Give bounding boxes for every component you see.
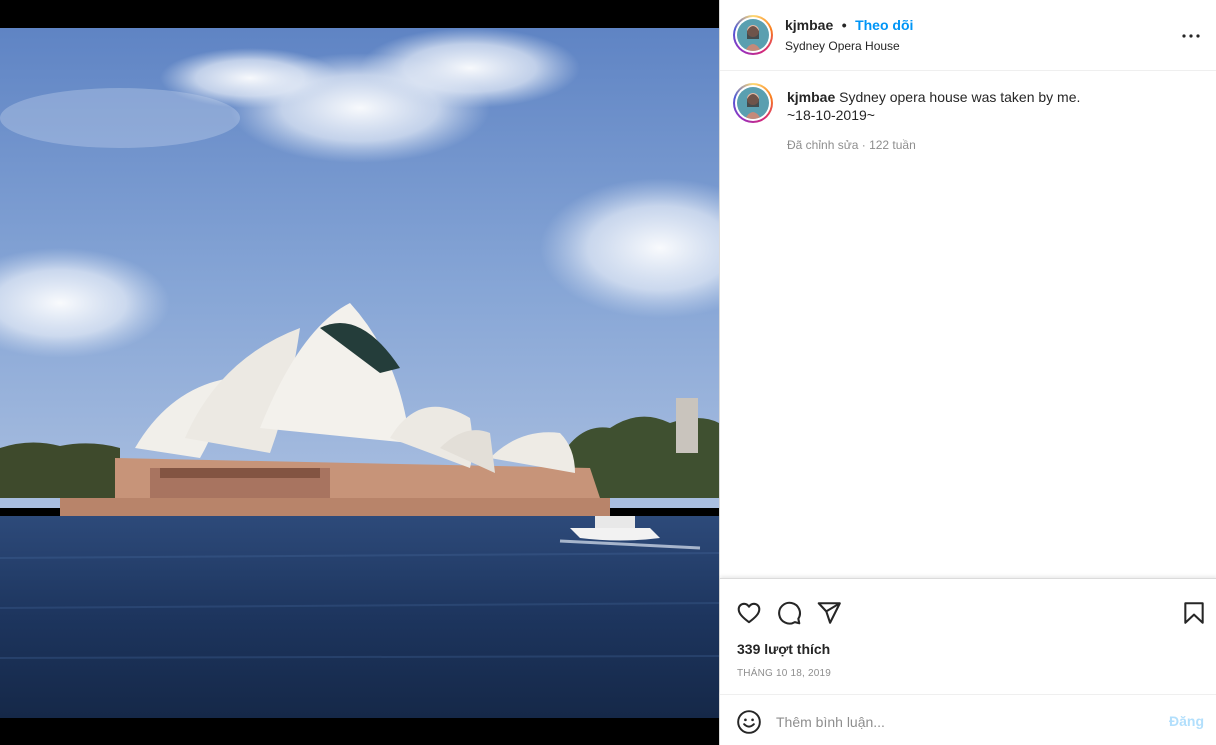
share-button[interactable] — [816, 600, 842, 626]
comments-area[interactable]: kjmbae Sydney opera house was taken by m… — [720, 71, 1216, 578]
comment-input[interactable] — [776, 707, 1146, 737]
caption: kjmbae Sydney opera house was taken by m… — [787, 88, 1187, 154]
likes-count[interactable]: 339 lượt thích — [737, 641, 830, 657]
emoji-button[interactable] — [736, 709, 762, 735]
heart-icon — [737, 602, 761, 624]
save-button[interactable] — [1181, 600, 1207, 626]
caption-text: Sydney opera house was taken by me. — [839, 89, 1081, 105]
more-horizontal-icon — [1182, 34, 1200, 38]
post-info-pane: kjmbae • Theo dõi Sydney Opera House kjm… — [719, 0, 1216, 745]
actions-area: 339 lượt thích THÁNG 10 18, 2019 — [720, 578, 1216, 694]
media-pane — [0, 0, 719, 745]
avatar-photo-icon — [737, 87, 769, 119]
more-options-button[interactable] — [1179, 24, 1203, 48]
header-username[interactable]: kjmbae — [785, 17, 833, 33]
opera-house-image — [0, 28, 719, 718]
comment-bar: Đăng — [720, 694, 1216, 745]
comment-button[interactable] — [776, 600, 802, 626]
post-photo[interactable] — [0, 28, 719, 718]
follow-button[interactable]: Theo dõi — [855, 17, 913, 33]
avatar-photo-icon — [737, 19, 769, 51]
smiley-icon — [737, 710, 761, 734]
comment-bubble-icon — [778, 601, 801, 625]
post-date[interactable]: THÁNG 10 18, 2019 — [737, 668, 831, 679]
post-header: kjmbae • Theo dõi Sydney Opera House — [720, 0, 1216, 71]
caption-avatar[interactable] — [733, 83, 773, 123]
post-comment-button[interactable]: Đăng — [1169, 713, 1204, 729]
avatar[interactable] — [733, 15, 773, 55]
bookmark-icon — [1184, 602, 1204, 624]
caption-username[interactable]: kjmbae — [787, 89, 835, 105]
paper-plane-icon — [817, 602, 841, 624]
location-link[interactable]: Sydney Opera House — [785, 39, 913, 53]
header-text: kjmbae • Theo dõi Sydney Opera House — [785, 17, 913, 53]
like-button[interactable] — [736, 600, 762, 626]
caption-date-line: ~18-10-2019~ — [787, 107, 875, 123]
dot-separator: • — [841, 17, 847, 33]
caption-meta: Đã chỉnh sửa · 122 tuần — [787, 138, 916, 152]
